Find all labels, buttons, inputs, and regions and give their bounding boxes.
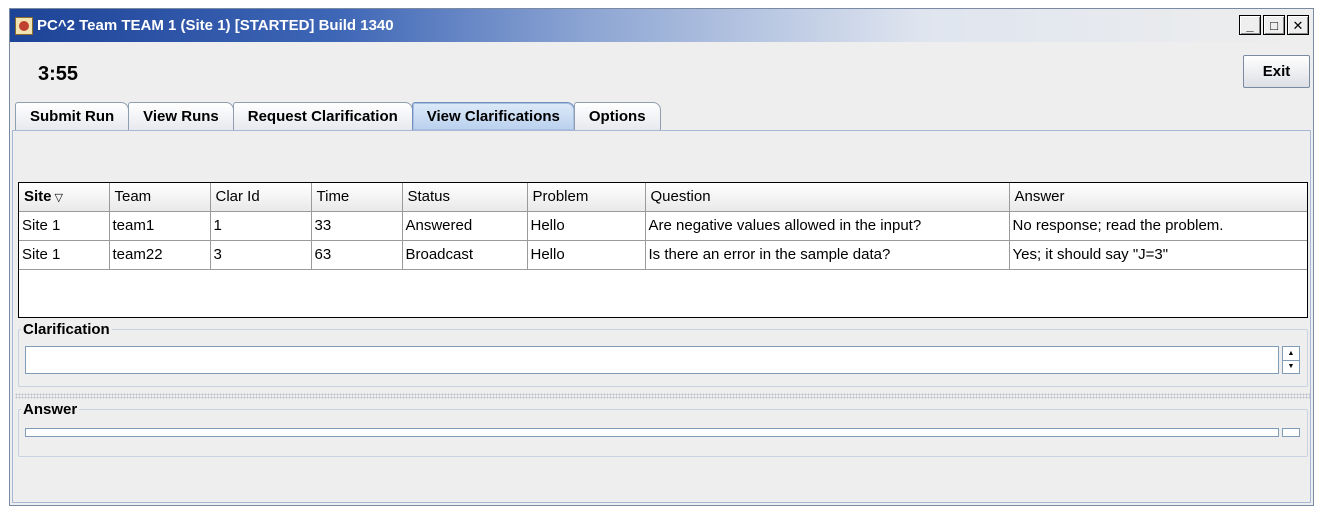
elapsed-time-label: 3:55 — [38, 63, 79, 85]
column-header-label: Site — [24, 188, 52, 206]
scroll-grip-icon[interactable] — [1283, 429, 1299, 436]
close-icon[interactable]: ✕ — [1287, 15, 1309, 35]
cell-problem: Hello — [527, 240, 646, 270]
clarifications-table[interactable]: Site ▽ Team Clar Id Time Status Problem Q… — [18, 182, 1308, 318]
cell-clar-id: 1 — [210, 211, 312, 241]
window-title: PC^2 Team TEAM 1 (Site 1) [STARTED] Buil… — [37, 17, 394, 34]
tab-view-runs[interactable]: View Runs — [128, 102, 234, 130]
cell-time: 63 — [311, 240, 403, 270]
view-clarifications-panel: Site ▽ Team Clar Id Time Status Problem Q… — [12, 130, 1311, 503]
cell-answer: Yes; it should say "J=3" — [1009, 240, 1307, 270]
table-header-row: Site ▽ Team Clar Id Time Status Problem Q… — [19, 183, 1307, 212]
column-header-team[interactable]: Team — [109, 183, 211, 212]
cell-team: team22 — [109, 240, 211, 270]
column-header-time[interactable]: Time — [311, 183, 403, 212]
pc2-app-icon — [15, 16, 33, 35]
column-header-answer[interactable]: Answer — [1009, 183, 1307, 212]
title-bar[interactable]: PC^2 Team TEAM 1 (Site 1) [STARTED] Buil… — [10, 9, 1313, 42]
column-header-question[interactable]: Question — [645, 183, 1010, 212]
exit-button[interactable]: Exit — [1243, 55, 1310, 88]
clarification-label: Clarification — [23, 321, 110, 338]
cell-site: Site 1 — [19, 211, 110, 241]
scroll-up-icon[interactable]: ▲ — [1283, 347, 1299, 360]
table-row[interactable]: Site 1 team22 3 63 Broadcast Hello Is th… — [19, 240, 1307, 270]
maximize-icon[interactable]: □ — [1263, 15, 1285, 35]
answer-group: Answer — [18, 401, 1308, 457]
window-controls: _ □ ✕ — [1239, 15, 1309, 35]
tab-request-clarification[interactable]: Request Clarification — [232, 102, 413, 130]
cell-question: Is there an error in the sample data? — [645, 240, 1010, 270]
tab-submit-run[interactable]: Submit Run — [15, 102, 130, 130]
scroll-down-icon[interactable]: ▼ — [1283, 359, 1299, 374]
answer-text-area[interactable] — [25, 428, 1279, 437]
column-header-problem[interactable]: Problem — [527, 183, 646, 212]
clarification-scrollbar[interactable]: ▲ ▼ — [1282, 346, 1300, 374]
sort-descending-icon: ▽ — [54, 192, 63, 205]
clarification-text-area[interactable] — [25, 346, 1279, 374]
table-row[interactable]: Site 1 team1 1 33 Answered Hello Are neg… — [19, 211, 1307, 241]
cell-problem: Hello — [527, 211, 646, 241]
cell-clar-id: 3 — [210, 240, 312, 270]
tab-options[interactable]: Options — [573, 102, 661, 130]
cell-status: Broadcast — [402, 240, 528, 270]
cell-status: Answered — [402, 211, 528, 241]
clarification-group: Clarification ▲ ▼ — [18, 321, 1308, 387]
answer-label: Answer — [23, 401, 78, 418]
column-header-site[interactable]: Site ▽ — [19, 183, 110, 212]
cell-team: team1 — [109, 211, 211, 241]
app-window: PC^2 Team TEAM 1 (Site 1) [STARTED] Buil… — [9, 8, 1314, 506]
cell-site: Site 1 — [19, 240, 110, 270]
column-header-status[interactable]: Status — [402, 183, 528, 212]
cell-time: 33 — [311, 211, 403, 241]
column-header-clar-id[interactable]: Clar Id — [210, 183, 312, 212]
cell-answer: No response; read the problem. — [1009, 211, 1307, 241]
minimize-icon[interactable]: _ — [1239, 15, 1261, 35]
answer-scrollbar[interactable] — [1282, 428, 1300, 437]
cell-question: Are negative values allowed in the input… — [645, 211, 1010, 241]
split-pane-divider[interactable] — [15, 393, 1310, 399]
tab-view-clarifications[interactable]: View Clarifications — [411, 102, 575, 130]
tab-bar: Submit Run View Runs Request Clarificati… — [15, 102, 661, 130]
